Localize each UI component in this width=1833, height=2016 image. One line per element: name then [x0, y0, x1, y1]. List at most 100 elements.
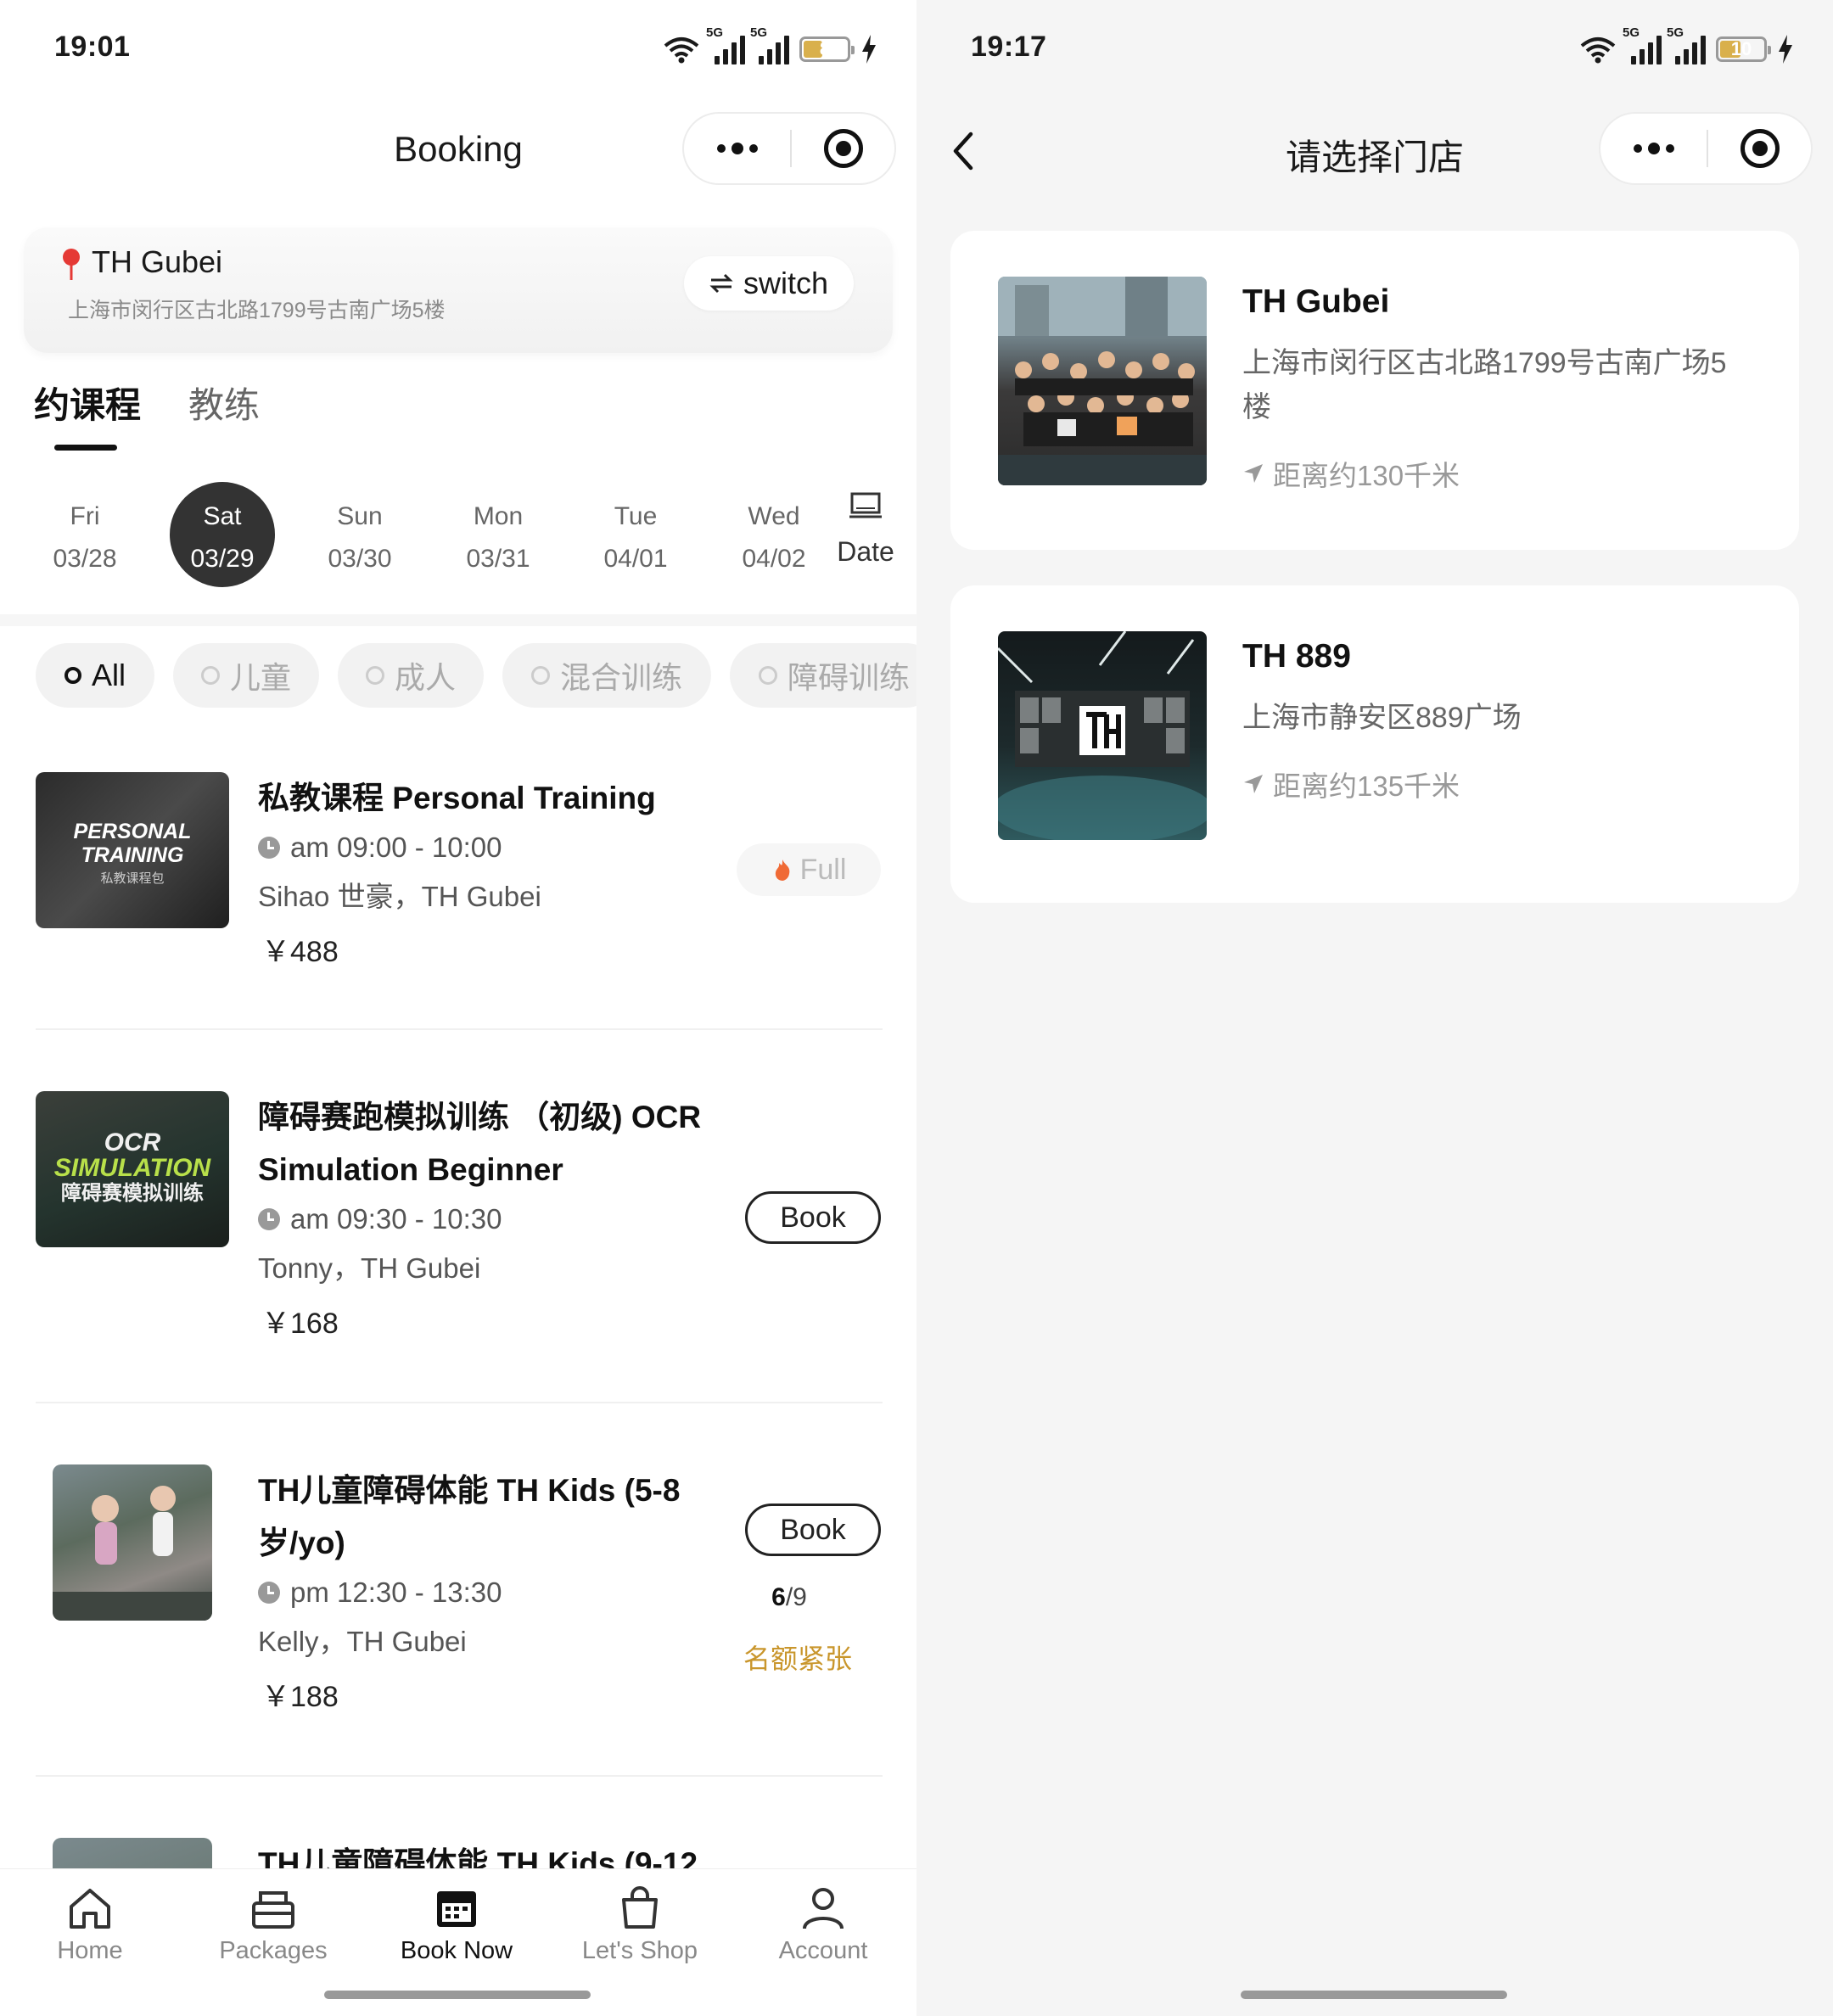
date-item[interactable]: Wed 04/02: [721, 482, 827, 587]
filter-chip-hybrid[interactable]: 混合训练: [502, 643, 711, 708]
store-address: 上海市闵行区古北路1799号古南广场5楼: [68, 299, 446, 322]
status-time: 19:01: [54, 31, 131, 63]
signal-icon: 5G: [706, 25, 745, 64]
wifi-icon: [664, 37, 699, 64]
target-icon: [823, 129, 863, 168]
close-miniprogram-button[interactable]: [1708, 129, 1811, 168]
course-thumbnail: OCR SIMULATION 障碍赛模拟训练: [36, 1091, 229, 1247]
store-card[interactable]: TH 889 上海市静安区889广场 距离约135千米: [950, 585, 1799, 903]
location-pin-icon: [63, 249, 80, 280]
status-icons: 5G 5G 10: [1578, 25, 1794, 68]
nav-bar: 请选择门店: [916, 100, 1833, 202]
store-address: 上海市静安区889广场: [1242, 702, 1522, 734]
tab-book-now[interactable]: Book Now: [380, 1886, 533, 1965]
filter-chip-obstacle[interactable]: 障碍训练: [730, 643, 916, 708]
course-time: am 09:00 - 10:00: [258, 832, 502, 864]
course-title: 私教课程 Personal Training: [258, 781, 656, 815]
radio-icon: [758, 666, 777, 685]
course-coach: Kelly，TH Gubei: [258, 1626, 467, 1657]
filter-chip-kids[interactable]: 儿童: [173, 643, 319, 708]
clock-icon: [258, 1208, 280, 1230]
crowd-photo-icon: [998, 277, 1207, 485]
date-item[interactable]: Fri 03/28: [32, 482, 137, 587]
radio-icon: [200, 666, 220, 685]
calendar-icon: [437, 1891, 476, 1927]
radio-icon: [530, 666, 550, 685]
radio-icon: [365, 666, 384, 685]
course-item[interactable]: OCR SIMULATION 障碍赛模拟训练 障碍赛跑模拟训练 （初级) OCR…: [0, 1030, 916, 1403]
booking-screen: 19:01 5G 5G 8 Booking TH Gubei 上海市闵行区古北路…: [0, 0, 916, 2016]
signal-icon: 5G: [750, 25, 789, 64]
user-icon: [803, 1888, 844, 1929]
store-card[interactable]: TH Gubei 上海市闵行区古北路1799号古南广场5楼 距离约130千米: [950, 231, 1799, 550]
miniprogram-capsule: [682, 112, 896, 185]
date-selector: Fri 03/28 Sat 03/29 Sun 03/30 Mon 03/31 Tue 0…: [0, 458, 916, 611]
course-item[interactable]: TH儿童障碍体能 TH Kids (5-8岁/yo) pm 12:30 - 13…: [0, 1403, 916, 1777]
tab-home[interactable]: Home: [14, 1886, 166, 1965]
course-item[interactable]: PERSONAL TRAINING 私教课程包 私教课程 Personal Tr…: [0, 747, 916, 1030]
radio-icon: [64, 667, 81, 684]
current-store-card: TH Gubei 上海市闵行区古北路1799号古南广场5楼 switch: [24, 227, 893, 353]
course-item[interactable]: TH儿童障碍体能 TH Kids (9-12: [0, 1777, 916, 1868]
course-title: TH儿童障碍体能 TH Kids (9-12: [258, 1846, 698, 1868]
date-picker-button[interactable]: Date: [835, 492, 896, 568]
store-photo: [998, 277, 1207, 485]
shopping-bag-icon: [622, 1886, 658, 1929]
close-miniprogram-button[interactable]: [792, 129, 894, 168]
full-button: Full: [737, 843, 881, 896]
battery-icon: 8: [799, 36, 855, 62]
battery-icon: 10: [1716, 36, 1771, 62]
switch-store-button[interactable]: switch: [684, 256, 854, 311]
course-coach: Sihao 世豪，TH Gubei: [258, 881, 541, 912]
home-indicator[interactable]: [1241, 1991, 1507, 1999]
course-price: ￥488: [261, 936, 339, 968]
course-price: ￥168: [261, 1308, 339, 1340]
course-price: ￥188: [261, 1681, 339, 1713]
tab-courses[interactable]: 约课程: [34, 377, 141, 428]
switch-label: switch: [743, 266, 829, 300]
course-time: pm 12:30 - 13:30: [258, 1576, 502, 1609]
store-name: TH Gubei: [92, 244, 223, 279]
store-distance: 距离约130千米: [1242, 453, 1460, 494]
status-icons: 5G 5G 8: [662, 25, 877, 68]
tab-packages[interactable]: Packages: [197, 1886, 350, 1965]
date-picker-label: Date: [837, 536, 894, 567]
target-icon: [1740, 129, 1780, 168]
course-time: am 09:30 - 10:30: [258, 1203, 502, 1235]
nav-bar: Booking: [0, 100, 916, 202]
wifi-icon: [1580, 37, 1616, 64]
filter-chip-adults[interactable]: 成人: [338, 643, 484, 708]
store-name: TH Gubei: [1242, 283, 1390, 320]
home-indicator[interactable]: [324, 1991, 591, 1999]
status-time: 19:17: [971, 31, 1047, 63]
book-button[interactable]: Book: [745, 1191, 881, 1244]
tab-shop[interactable]: Let's Shop: [563, 1886, 716, 1965]
course-title: TH儿童障碍体能 TH Kids (5-8岁/yo): [258, 1473, 681, 1560]
calendar-icon: [849, 492, 882, 518]
course-thumbnail: [53, 1464, 212, 1621]
store-distance: 距离约135千米: [1242, 764, 1460, 804]
book-button[interactable]: Book: [745, 1504, 881, 1556]
date-item-selected[interactable]: Sat 03/29: [170, 482, 275, 587]
tab-account[interactable]: Account: [747, 1886, 900, 1965]
category-filters: All 儿童 成人 混合训练 障碍训练: [0, 643, 916, 711]
miniprogram-capsule: [1599, 112, 1813, 185]
slots-count: 6/9: [771, 1583, 807, 1611]
charging-icon: [862, 35, 876, 64]
active-tab-indicator: [54, 445, 117, 451]
filter-chip-all[interactable]: All: [36, 643, 154, 708]
more-options-button[interactable]: [684, 143, 790, 154]
gym-photo-icon: [998, 631, 1207, 840]
clock-icon: [258, 1582, 280, 1604]
swap-icon: [709, 273, 733, 294]
date-item[interactable]: Mon 03/31: [446, 482, 551, 587]
date-item[interactable]: Tue 04/01: [583, 482, 688, 587]
more-options-button[interactable]: [1600, 143, 1707, 154]
course-thumbnail: [53, 1838, 212, 1868]
date-item[interactable]: Sun 03/30: [307, 482, 412, 587]
navigation-arrow-icon: [1244, 775, 1263, 793]
course-coach: Tonny，TH Gubei: [258, 1252, 481, 1284]
store-select-screen: 19:17 5G 5G 10 请选择门店 TH Gubei 上海市闵行区古北路1…: [916, 0, 1833, 2016]
tab-coaches[interactable]: 教练: [188, 377, 260, 428]
store-photo: [998, 631, 1207, 840]
